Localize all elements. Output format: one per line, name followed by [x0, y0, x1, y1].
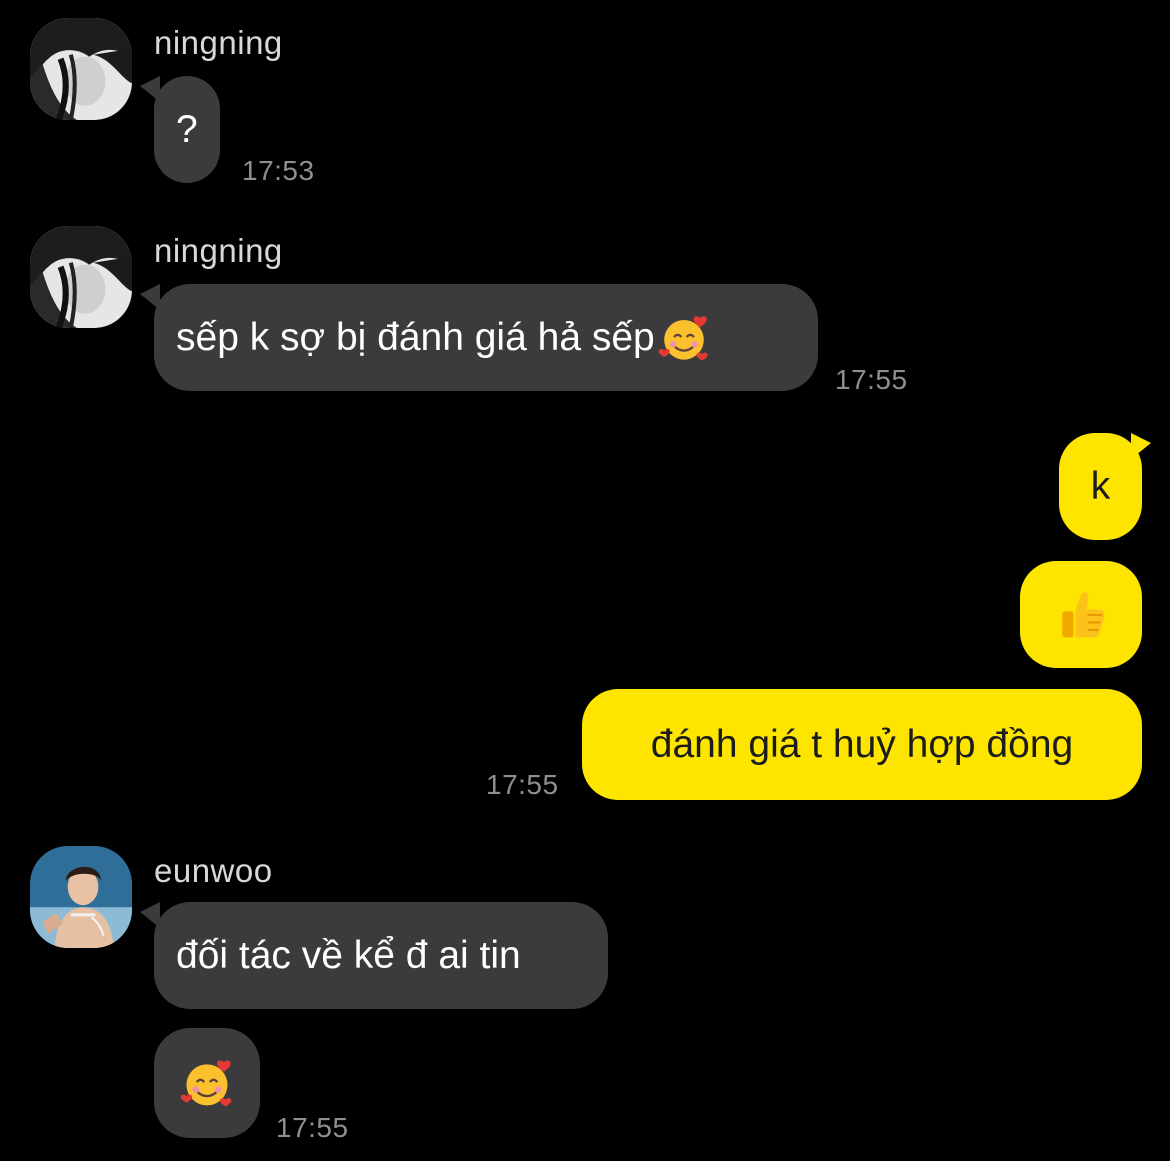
- avatar-ningning[interactable]: [30, 226, 132, 328]
- message-bubble[interactable]: đối tác về kể đ ai tin: [154, 902, 608, 1009]
- message-bubble[interactable]: k: [1059, 433, 1142, 540]
- message-time: 17:55: [835, 364, 908, 395]
- thumbs-up-icon: [1062, 591, 1105, 637]
- message-text: đối tác về kể đ ai tin: [176, 933, 521, 977]
- message-bubble[interactable]: sếp k sợ bị đánh giá hả sếp: [154, 284, 818, 391]
- sender-name: eunwoo: [154, 852, 273, 889]
- message-bubble[interactable]: ?: [154, 76, 220, 183]
- message-bubble[interactable]: đánh giá t huỷ hợp đồng: [582, 689, 1142, 800]
- sender-name: ningning: [154, 24, 283, 61]
- message-time: 17:55: [276, 1112, 349, 1143]
- message-text: đánh giá t huỷ hợp đồng: [650, 722, 1074, 766]
- message-text: k: [1090, 464, 1111, 508]
- message-bubble[interactable]: [154, 1028, 260, 1138]
- avatar-eunwoo[interactable]: [30, 846, 132, 948]
- smiling-face-with-hearts-icon: [658, 315, 708, 360]
- message-text: sếp k sợ bị đánh giá hả sếp: [176, 315, 655, 359]
- message-time: 17:55: [486, 769, 559, 800]
- sender-name: ningning: [154, 232, 283, 269]
- smiling-face-with-hearts-icon: [180, 1060, 232, 1107]
- avatar-ningning[interactable]: [30, 18, 132, 120]
- avatar-photo: [30, 226, 132, 328]
- avatar-photo: [30, 846, 132, 948]
- avatar-photo: [30, 18, 132, 120]
- message-time: 17:53: [242, 155, 315, 186]
- message-bubble[interactable]: [1020, 561, 1142, 668]
- message-text: ?: [176, 107, 198, 151]
